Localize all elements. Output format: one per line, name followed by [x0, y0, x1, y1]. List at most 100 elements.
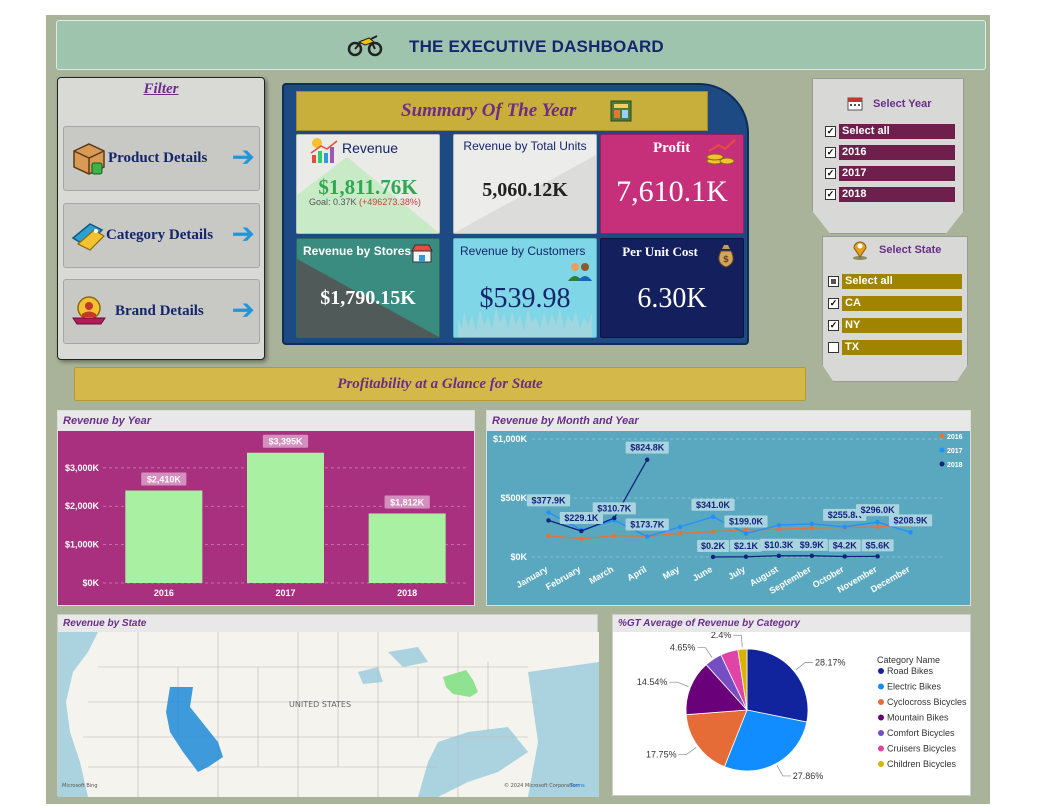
category-details-button[interactable]: Category Details ➔	[63, 203, 260, 268]
slicer-option-ca[interactable]: ✓ CA	[828, 296, 962, 311]
checkbox[interactable]: ✓	[828, 298, 839, 309]
map-terms-link[interactable]: Terms	[569, 783, 585, 789]
checkbox[interactable]: ✓	[828, 320, 839, 331]
slicer-option-2017[interactable]: ✓ 2017	[825, 166, 955, 181]
legend-marker	[878, 745, 884, 752]
data-label: $310.7K	[597, 503, 632, 513]
calendar-icon	[847, 97, 863, 111]
brand-badge-icon	[72, 296, 106, 325]
revenue-by-year-chart[interactable]: $0K $1,000K $2,000K $3,000K $2,410K 2016 $3,39…	[58, 431, 476, 607]
series-point-2016[interactable]	[546, 533, 551, 538]
y-tick-label: $500K	[500, 493, 527, 503]
series-point-2018[interactable]	[842, 554, 847, 559]
bar[interactable]	[368, 513, 446, 583]
series-point-2018[interactable]	[612, 515, 617, 521]
bar[interactable]	[125, 490, 203, 583]
series-point-2018[interactable]	[546, 518, 551, 523]
data-label: $2,410K	[147, 475, 182, 485]
slicer-option-tx[interactable]: TX	[828, 340, 962, 355]
series-point-2018[interactable]	[645, 457, 650, 462]
series-point-2016[interactable]	[875, 524, 880, 530]
legend-label[interactable]: Children Bicycles	[887, 759, 957, 769]
series-point-2016[interactable]	[776, 527, 782, 532]
slicer-option-2018[interactable]: ✓ 2018	[825, 187, 955, 202]
data-label: $173.7K	[630, 520, 665, 530]
series-point-2017[interactable]	[908, 530, 913, 535]
series-point-2018[interactable]	[875, 554, 880, 559]
x-tick-label: 2017	[275, 588, 295, 598]
checkbox[interactable]: ✓	[825, 126, 836, 137]
series-point-2017[interactable]	[546, 510, 551, 515]
series-point-2017[interactable]	[645, 534, 650, 539]
revenue-goal: Goal: 0.37K (+496273.38%)	[309, 197, 421, 207]
series-point-2018[interactable]	[743, 554, 749, 559]
us-map[interactable]: UNITED STATES Microsoft Bing © 2024 Micr…	[58, 632, 599, 797]
x-tick-label: June	[691, 564, 714, 583]
series-point-2016[interactable]	[579, 536, 584, 541]
arrow-right-icon: ➔	[231, 218, 255, 249]
category-pie-panel: %GT Average of Revenue by Category 28.17…	[612, 614, 971, 796]
series-point-2017[interactable]	[809, 521, 814, 527]
legend-label[interactable]: Cruisers Bicycles	[887, 744, 957, 754]
arrow-right-icon: ➔	[231, 294, 255, 325]
checkbox[interactable]: ✓	[825, 147, 836, 158]
checkbox[interactable]: ✓	[825, 189, 836, 200]
slicer-option-ny[interactable]: ✓ NY	[828, 318, 962, 333]
unit-cost-value: 6.30K	[637, 283, 707, 314]
series-line-2018[interactable]	[713, 555, 878, 558]
legend-label[interactable]: Mountain Bikes	[887, 713, 949, 723]
legend-label[interactable]: Electric Bikes	[887, 682, 942, 692]
series-point-2017[interactable]	[743, 531, 749, 536]
brand-details-button[interactable]: Brand Details ➔	[63, 279, 260, 344]
units-card[interactable]: Revenue by Total Units 5,060.12K	[453, 134, 597, 234]
data-label: $10.3K	[764, 540, 794, 550]
product-details-button[interactable]: Product Details ➔	[63, 126, 260, 191]
legend-label[interactable]: 2016	[947, 434, 963, 441]
checkbox[interactable]	[828, 342, 839, 353]
series-point-2018[interactable]	[579, 528, 584, 534]
pie-slice[interactable]	[746, 648, 809, 723]
category-pie-chart[interactable]: 28.17% 27.86% 17.75% 14.54% 4.65% 2.4% Categor…	[613, 632, 972, 797]
checkbox[interactable]	[828, 276, 839, 287]
map-bing-logo: Microsoft Bing	[62, 783, 98, 789]
profit-card[interactable]: Profit 7,610.1K	[600, 134, 744, 234]
series-point-2016[interactable]	[612, 533, 617, 538]
legend-label[interactable]: 2017	[947, 448, 963, 455]
slicer-option-2016[interactable]: ✓ 2016	[825, 145, 955, 160]
legend-label[interactable]: Comfort Bicycles	[887, 728, 955, 738]
checkbox[interactable]: ✓	[825, 168, 836, 179]
series-point-2018[interactable]	[809, 553, 814, 559]
series-point-2017[interactable]	[842, 524, 847, 530]
series-point-2017[interactable]	[677, 524, 683, 530]
slicer-option-label: 2018	[839, 187, 955, 202]
revenue-card[interactable]: Revenue $1,811.76K Goal: 0.37K (+496273.…	[296, 134, 440, 234]
x-tick-label: March	[587, 564, 615, 586]
bar[interactable]	[247, 452, 324, 583]
series-point-2016[interactable]	[677, 531, 683, 536]
customers-card[interactable]: Revenue by Customers $539.98	[453, 238, 597, 338]
stores-card[interactable]: Revenue by Stores $1,790.15K	[296, 238, 440, 338]
slicer-option-select-all[interactable]: ✓ Select all	[825, 124, 955, 139]
unit-cost-card[interactable]: Per Unit Cost $ 6.30K	[600, 238, 744, 338]
slicer-option-select-all[interactable]: Select all	[828, 274, 962, 289]
report-icon	[610, 100, 632, 122]
series-point-2016[interactable]	[809, 525, 814, 531]
series-point-2017[interactable]	[776, 522, 782, 528]
slicer-option-label: 2017	[839, 166, 955, 181]
series-point-2017[interactable]	[875, 519, 880, 525]
series-point-2018[interactable]	[710, 554, 716, 560]
state-slicer: Select State Select all ✓ CA ✓ NY TX	[822, 236, 968, 382]
legend-label[interactable]: Road Bikes	[887, 666, 934, 676]
legend-label[interactable]: Cyclocross Bicycles	[887, 697, 967, 707]
legend-label[interactable]: 2018	[947, 462, 963, 469]
series-point-2017[interactable]	[710, 514, 716, 519]
series-point-2016[interactable]	[710, 529, 716, 534]
summary-banner: Summary Of The Year	[296, 91, 708, 131]
data-label: $208.9K	[894, 515, 929, 525]
revenue-by-month-chart[interactable]: $0K $500K $1,000K $377.9K $229.1K$310.7K $824…	[487, 431, 972, 607]
data-label: $341.0K	[696, 500, 731, 510]
series-point-2018[interactable]	[776, 553, 782, 558]
customers-value: $539.98	[479, 283, 571, 314]
arrow-right-icon: ➔	[231, 141, 255, 172]
slice-label: 14.54%	[637, 677, 668, 687]
